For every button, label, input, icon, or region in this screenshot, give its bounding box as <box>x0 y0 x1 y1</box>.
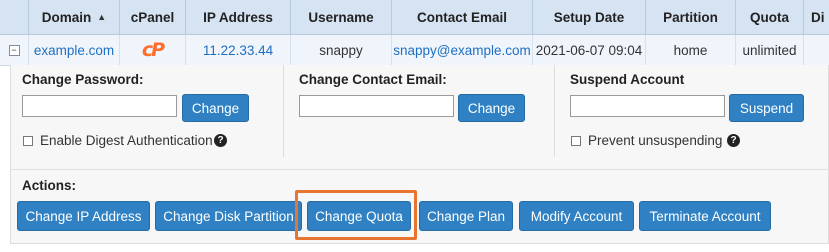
contact-email-link[interactable]: snappy@example.com <box>392 35 533 65</box>
suspend-account-label: Suspend Account <box>570 72 685 87</box>
table-row: − example.com cP 11.22.33.44 snappy snap… <box>0 35 829 66</box>
modify-account-button[interactable]: Modify Account <box>519 201 634 231</box>
collapse-icon[interactable]: − <box>8 44 20 56</box>
column-header-quota[interactable]: Quota <box>736 0 804 34</box>
quota-value: unlimited <box>736 35 804 65</box>
change-password-label: Change Password: <box>22 72 144 87</box>
change-plan-button[interactable]: Change Plan <box>419 201 513 231</box>
section-divider <box>554 65 555 157</box>
cpanel-logo-icon: cP <box>141 39 165 61</box>
column-header-domain-label: Domain <box>41 9 92 25</box>
column-header-username[interactable]: Username <box>291 0 392 34</box>
change-contact-email-button[interactable]: Change <box>458 94 525 122</box>
terminate-account-button[interactable]: Terminate Account <box>639 201 771 231</box>
change-password-input[interactable] <box>22 95 177 117</box>
accounts-table-header: Domain ▲ cPanel IP Address Username Cont… <box>0 0 829 35</box>
header-expander-column <box>0 0 29 34</box>
prevent-unsuspending-checkbox[interactable] <box>571 136 581 146</box>
enable-digest-checkbox[interactable] <box>23 136 33 146</box>
change-contact-email-label: Change Contact Email: <box>299 72 447 87</box>
disk-value <box>804 35 829 65</box>
digest-help-icon[interactable]: ? <box>214 134 227 147</box>
enable-digest-label: Enable Digest Authentication <box>40 133 213 148</box>
column-header-setup-date[interactable]: Setup Date <box>533 0 646 34</box>
column-header-cpanel[interactable]: cPanel <box>120 0 186 34</box>
account-actions-panel: Change Password: Change Enable Digest Au… <box>10 65 829 244</box>
section-divider <box>283 65 284 157</box>
ip-address-link[interactable]: 11.22.33.44 <box>186 35 291 65</box>
column-header-domain[interactable]: Domain ▲ <box>29 0 120 34</box>
row-expander-cell: − <box>0 35 29 65</box>
suspend-button[interactable]: Suspend <box>729 94 804 122</box>
username-value: snappy <box>291 35 392 65</box>
sort-ascending-icon: ▲ <box>97 12 107 22</box>
change-disk-partition-button[interactable]: Change Disk Partition <box>155 201 302 231</box>
suspend-reason-input[interactable] <box>570 95 725 117</box>
change-contact-email-input[interactable] <box>299 95 454 117</box>
column-header-contact-email[interactable]: Contact Email <box>392 0 533 34</box>
prevent-unsuspending-label: Prevent unsuspending <box>588 133 723 148</box>
change-ip-address-button[interactable]: Change IP Address <box>17 201 150 231</box>
partition-value: home <box>646 35 736 65</box>
column-header-disk[interactable]: Di <box>804 0 829 34</box>
highlight-box <box>295 190 417 240</box>
column-header-ip-address[interactable]: IP Address <box>186 0 291 34</box>
domain-link[interactable]: example.com <box>29 35 120 65</box>
setup-date-value: 2021-06-07 09:04 <box>533 35 646 65</box>
cpanel-link[interactable]: cP <box>120 35 186 65</box>
change-password-button[interactable]: Change <box>182 94 249 122</box>
prevent-unsuspending-help-icon[interactable]: ? <box>727 134 740 147</box>
panel-divider <box>11 169 829 170</box>
actions-label: Actions: <box>22 178 76 193</box>
column-header-partition[interactable]: Partition <box>646 0 736 34</box>
